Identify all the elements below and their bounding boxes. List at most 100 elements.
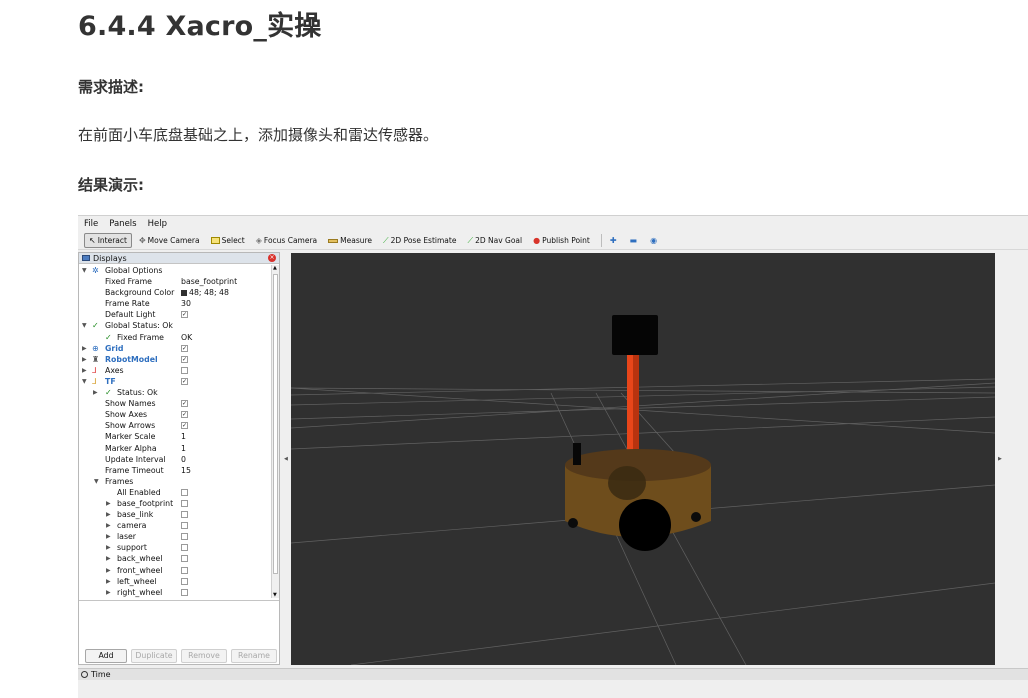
close-icon[interactable]: × <box>268 254 276 262</box>
tree-row-frame-timeout[interactable]: Frame Timeout 15 <box>79 465 271 476</box>
collapse-right-icon[interactable]: ▶ <box>998 456 1002 462</box>
checkbox-checked[interactable]: ✓ <box>181 377 188 385</box>
tree-row-global-options[interactable]: ▼ ✲ Global Options <box>79 265 271 276</box>
checkbox-unchecked[interactable] <box>181 499 188 507</box>
tree-row-frames[interactable]: ▼ Frames <box>79 476 271 487</box>
tree-row-default-light[interactable]: Default Light ✓ <box>79 309 271 320</box>
tree-row-frame-camera[interactable]: ▶ camera <box>79 520 271 531</box>
tree-row-robot-model[interactable]: ▶ ♜ RobotModel ✓ <box>79 354 271 365</box>
tree-row-frame-rate[interactable]: Frame Rate 30 <box>79 298 271 309</box>
duplicate-button[interactable]: Duplicate <box>131 649 177 663</box>
expand-arrow-icon[interactable]: ▼ <box>82 320 87 331</box>
collapse-arrow-icon[interactable]: ▶ <box>93 387 98 398</box>
checkbox-unchecked[interactable] <box>181 511 188 519</box>
tree-row-frame-support[interactable]: ▶ support <box>79 542 271 553</box>
tree-row-frame-base-link[interactable]: ▶ base_link <box>79 509 271 520</box>
checkbox-checked[interactable]: ✓ <box>181 400 188 408</box>
cursor-icon: ↖ <box>89 235 96 245</box>
3d-view[interactable] <box>291 253 995 665</box>
left-splitter[interactable]: ◀ <box>281 252 291 666</box>
tree-row-axes[interactable]: ▶ ⅃ Axes <box>79 365 271 376</box>
menu-panels[interactable]: Panels <box>103 219 141 229</box>
nav-goal-tool[interactable]: ⟋ 2D Nav Goal <box>463 233 526 248</box>
collapse-arrow-icon[interactable]: ▶ <box>82 343 87 354</box>
tree-row-frame-laser[interactable]: ▶ laser <box>79 531 271 542</box>
checkbox-unchecked[interactable] <box>181 555 188 563</box>
checkbox-checked[interactable]: ✓ <box>181 411 188 419</box>
collapse-arrow-icon[interactable]: ▶ <box>106 576 111 587</box>
collapse-left-icon[interactable]: ◀ <box>284 456 288 462</box>
property-description-area <box>79 600 279 644</box>
collapse-arrow-icon[interactable]: ▶ <box>106 498 111 509</box>
tree-row-fixed-frame[interactable]: Fixed Frame base_footprint <box>79 276 271 287</box>
checkbox-unchecked[interactable] <box>181 566 188 574</box>
collapse-arrow-icon[interactable]: ▶ <box>106 553 111 564</box>
checkbox-checked[interactable]: ✓ <box>181 355 188 363</box>
tool-properties-button[interactable]: ◉ <box>646 233 663 248</box>
focus-camera-tool[interactable]: ◈ Focus Camera <box>252 233 321 248</box>
menu-help[interactable]: Help <box>142 219 172 229</box>
tree-row-frame-right-wheel[interactable]: ▶ right_wheel <box>79 587 271 598</box>
checkbox-unchecked[interactable] <box>181 533 188 541</box>
tree-row-show-axes[interactable]: Show Axes ✓ <box>79 409 271 420</box>
tree-row-show-arrows[interactable]: Show Arrows ✓ <box>79 420 271 431</box>
checkbox-unchecked[interactable] <box>181 577 188 585</box>
displays-panel: Displays × ▼ ✲ Global Options Fixed Fram… <box>78 252 280 665</box>
tree-row-tf-status[interactable]: ▶ ✓ Status: Ok <box>79 387 271 398</box>
tree-row-frame-back-wheel[interactable]: ▶ back_wheel <box>79 553 271 564</box>
collapse-arrow-icon[interactable]: ▶ <box>82 354 87 365</box>
menu-file[interactable]: File <box>78 219 103 229</box>
time-label: Time <box>91 670 111 679</box>
tree-row-marker-alpha[interactable]: Marker Alpha 1 <box>79 443 271 454</box>
checkbox-checked[interactable]: ✓ <box>181 344 188 352</box>
tree-row-frame-base-footprint[interactable]: ▶ base_footprint <box>79 498 271 509</box>
checkbox-unchecked[interactable] <box>181 544 188 552</box>
tree-row-tf[interactable]: ▼ ⅃ TF ✓ <box>79 376 271 387</box>
add-button[interactable]: Add <box>85 649 127 663</box>
tree-row-frame-front-wheel[interactable]: ▶ front_wheel <box>79 565 271 576</box>
select-tool[interactable]: Select <box>207 233 249 248</box>
remove-tool-button[interactable]: ▬ <box>626 233 644 248</box>
displays-scrollbar[interactable]: ▲ ▼ <box>271 265 279 598</box>
checkbox-unchecked[interactable] <box>181 366 188 374</box>
scroll-down-icon[interactable]: ▼ <box>273 592 277 598</box>
collapse-arrow-icon[interactable]: ▶ <box>106 509 111 520</box>
tree-row-fixed-frame-status[interactable]: ✓ Fixed Frame OK <box>79 332 271 343</box>
tree-row-global-status[interactable]: ▼ ✓ Global Status: Ok <box>79 320 271 331</box>
rename-button[interactable]: Rename <box>231 649 277 663</box>
time-panel[interactable]: Time <box>78 668 1028 680</box>
tree-row-marker-scale[interactable]: Marker Scale 1 <box>79 431 271 442</box>
checkbox-checked[interactable]: ✓ <box>181 311 188 319</box>
scrollbar-thumb[interactable] <box>273 274 278 574</box>
pose-estimate-tool[interactable]: ⟋ 2D Pose Estimate <box>379 233 460 248</box>
collapse-arrow-icon[interactable]: ▶ <box>106 587 111 598</box>
camera-link <box>612 315 658 355</box>
tree-row-all-enabled[interactable]: All Enabled <box>79 487 271 498</box>
measure-tool[interactable]: Measure <box>324 233 376 248</box>
move-camera-tool[interactable]: ✥ Move Camera <box>135 233 204 248</box>
checkbox-unchecked[interactable] <box>181 488 188 496</box>
expand-arrow-icon[interactable]: ▼ <box>82 376 87 387</box>
publish-point-tool[interactable]: ● Publish Point <box>529 233 594 248</box>
back-wheel <box>608 466 646 500</box>
tree-row-frame-left-wheel[interactable]: ▶ left_wheel <box>79 576 271 587</box>
collapse-arrow-icon[interactable]: ▶ <box>106 565 111 576</box>
interact-tool[interactable]: ↖ Interact <box>84 233 132 248</box>
tree-row-show-names[interactable]: Show Names ✓ <box>79 398 271 409</box>
collapse-arrow-icon[interactable]: ▶ <box>106 531 111 542</box>
collapse-arrow-icon[interactable]: ▶ <box>106 520 111 531</box>
tree-row-update-interval[interactable]: Update Interval 0 <box>79 454 271 465</box>
add-tool-button[interactable]: ✚ <box>606 233 623 248</box>
tree-row-background-color[interactable]: Background Color 48; 48; 48 <box>79 287 271 298</box>
remove-button[interactable]: Remove <box>181 649 227 663</box>
right-splitter[interactable]: ▶ <box>995 252 1028 666</box>
expand-arrow-icon[interactable]: ▼ <box>94 476 99 487</box>
collapse-arrow-icon[interactable]: ▶ <box>82 365 87 376</box>
collapse-arrow-icon[interactable]: ▶ <box>106 542 111 553</box>
tree-row-grid[interactable]: ▶ ⊕ Grid ✓ <box>79 343 271 354</box>
expand-arrow-icon[interactable]: ▼ <box>82 265 87 276</box>
checkbox-unchecked[interactable] <box>181 588 188 596</box>
scroll-up-icon[interactable]: ▲ <box>273 265 277 271</box>
checkbox-checked[interactable]: ✓ <box>181 422 188 430</box>
checkbox-unchecked[interactable] <box>181 522 188 530</box>
